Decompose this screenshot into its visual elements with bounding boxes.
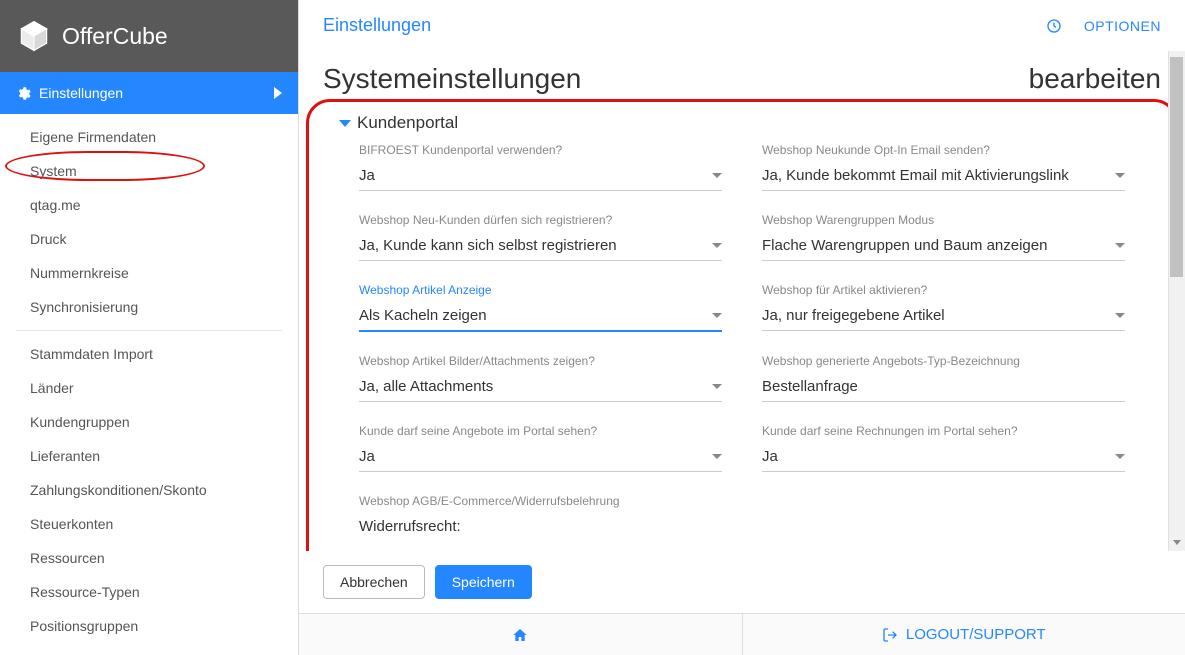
nav-settings-label: Einstellungen [39,85,123,101]
page-title: Systemeinstellungen [323,63,581,95]
field-warengruppen-label: Webshop Warengruppen Modus [762,213,1125,227]
nav-item-synchronisierung[interactable]: Synchronisierung [0,290,298,324]
footer-logout[interactable]: LOGOUT/SUPPORT [743,614,1185,655]
nav-item-positionsgruppen[interactable]: Positionsgruppen [0,609,298,643]
section-title: Kundenportal [357,113,458,133]
field-neukunden-reg-label: Webshop Neu-Kunden dürfen sich registrie… [359,213,722,227]
save-button[interactable]: Speichern [435,565,532,599]
nav-item-nummernkreise[interactable]: Nummernkreise [0,256,298,290]
field-artikel-anzeige-select[interactable]: Als Kacheln zeigen [359,303,722,332]
chevron-down-icon [712,454,722,459]
field-artikel-aktivieren: Webshop für Artikel aktivieren? Ja, nur … [762,283,1125,332]
nav-settings-root[interactable]: Einstellungen [0,72,298,114]
field-angebot-typ-input[interactable]: Bestellanfrage [762,374,1125,402]
topbar: Einstellungen OPTIONEN [299,0,1185,51]
nav-item-system[interactable]: System [0,154,298,188]
footer: LOGOUT/SUPPORT [299,613,1185,655]
sidebar-header: OfferCube [0,0,298,72]
nav-item-steuerkonten[interactable]: Steuerkonten [0,507,298,541]
topbar-right: OPTIONEN [1046,18,1161,34]
field-bifroest-select[interactable]: Ja [359,163,722,191]
cube-icon [16,18,52,54]
nav-item-eigene-firmendaten[interactable]: Eigene Firmendaten [0,120,298,154]
field-artikel-anzeige-label: Webshop Artikel Anzeige [359,283,722,297]
field-angebot-typ-label: Webshop generierte Angebots-Typ-Bezeichn… [762,354,1125,368]
field-agb-input[interactable]: Widerrufsrecht: [359,514,1125,541]
chevron-down-icon [712,384,722,389]
page-heading: Systemeinstellungen bearbeiten [323,63,1161,95]
form-grid: BIFROEST Kundenportal verwenden? Ja Webs… [339,143,1145,541]
nav-item-stammdaten-import[interactable]: Stammdaten Import [0,337,298,371]
field-warengruppen-select[interactable]: Flache Warengruppen und Baum anzeigen [762,233,1125,261]
field-artikel-aktivieren-select[interactable]: Ja, nur freigegebene Artikel [762,303,1125,331]
main: Einstellungen OPTIONEN Systemeinstellung… [299,0,1185,655]
footer-home[interactable] [299,614,743,655]
nav-item-laender[interactable]: Länder [0,371,298,405]
field-rechnungen-portal: Kunde darf seine Rechnungen im Portal se… [762,424,1125,472]
scrollbar-thumb[interactable] [1170,57,1183,277]
gear-icon [16,86,31,101]
field-artikel-aktivieren-label: Webshop für Artikel aktivieren? [762,283,1125,297]
nav-item-zahlungskonditionen[interactable]: Zahlungskonditionen/Skonto [0,473,298,507]
nav-item-system-label: System [30,163,77,179]
nav-list: Eigene Firmendaten System qtag.me Druck … [0,114,298,655]
field-warengruppen: Webshop Warengruppen Modus Flache Wareng… [762,213,1125,261]
breadcrumb-title: Einstellungen [323,15,431,36]
content: Systemeinstellungen bearbeiten Kundenpor… [299,51,1185,551]
section-kundenportal: Kundenportal BIFROEST Kundenportal verwe… [323,103,1161,551]
clock-icon[interactable] [1046,18,1062,34]
action-bar: Abbrechen Speichern [299,551,1185,613]
scrollbar[interactable] [1168,51,1185,551]
field-rechnungen-portal-label: Kunde darf seine Rechnungen im Portal se… [762,424,1125,438]
chevron-down-icon [1115,313,1125,318]
footer-logout-label: LOGOUT/SUPPORT [906,626,1046,643]
chevron-right-icon [274,87,282,99]
field-angebote-portal-select[interactable]: Ja [359,444,722,472]
app-name: OfferCube [62,23,168,50]
nav-item-ressourcen[interactable]: Ressourcen [0,541,298,575]
options-link[interactable]: OPTIONEN [1084,18,1161,34]
chevron-down-icon [712,313,722,318]
collapse-icon [339,120,351,127]
field-agb-label: Webshop AGB/E-Commerce/Widerrufsbelehrun… [359,494,1125,508]
home-icon [512,627,528,643]
cancel-button[interactable]: Abbrechen [323,565,425,599]
field-neukunde-optin: Webshop Neukunde Opt-In Email senden? Ja… [762,143,1125,191]
field-neukunde-optin-select[interactable]: Ja, Kunde bekommt Email mit Aktivierungs… [762,163,1125,191]
nav-divider [16,330,282,331]
field-neukunden-reg: Webshop Neu-Kunden dürfen sich registrie… [359,213,722,261]
nav-item-kundengruppen[interactable]: Kundengruppen [0,405,298,439]
chevron-down-icon [1115,243,1125,248]
scroll-down-icon[interactable] [1168,534,1185,551]
field-bilder-select[interactable]: Ja, alle Attachments [359,374,722,402]
chevron-down-icon [1115,454,1125,459]
field-bifroest-label: BIFROEST Kundenportal verwenden? [359,143,722,157]
field-rechnungen-portal-select[interactable]: Ja [762,444,1125,472]
chevron-down-icon [1115,173,1125,178]
logout-icon [882,627,898,643]
field-angebote-portal-label: Kunde darf seine Angebote im Portal sehe… [359,424,722,438]
field-bilder: Webshop Artikel Bilder/Attachments zeige… [359,354,722,402]
sidebar: OfferCube Einstellungen Eigene Firmendat… [0,0,299,655]
nav-item-ressource-typen[interactable]: Ressource-Typen [0,575,298,609]
section-header[interactable]: Kundenportal [339,107,1145,143]
field-bilder-label: Webshop Artikel Bilder/Attachments zeige… [359,354,722,368]
nav-item-qtagme[interactable]: qtag.me [0,188,298,222]
chevron-down-icon [712,243,722,248]
chevron-down-icon [712,173,722,178]
field-bifroest: BIFROEST Kundenportal verwenden? Ja [359,143,722,191]
field-artikel-anzeige: Webshop Artikel Anzeige Als Kacheln zeig… [359,283,722,332]
field-neukunden-reg-select[interactable]: Ja, Kunde kann sich selbst registrieren [359,233,722,261]
field-angebot-typ: Webshop generierte Angebots-Typ-Bezeichn… [762,354,1125,402]
field-neukunde-optin-label: Webshop Neukunde Opt-In Email senden? [762,143,1125,157]
nav-item-druck[interactable]: Druck [0,222,298,256]
field-agb: Webshop AGB/E-Commerce/Widerrufsbelehrun… [359,494,1125,541]
nav-item-lieferanten[interactable]: Lieferanten [0,439,298,473]
field-angebote-portal: Kunde darf seine Angebote im Portal sehe… [359,424,722,472]
page-action: bearbeiten [1029,63,1161,95]
